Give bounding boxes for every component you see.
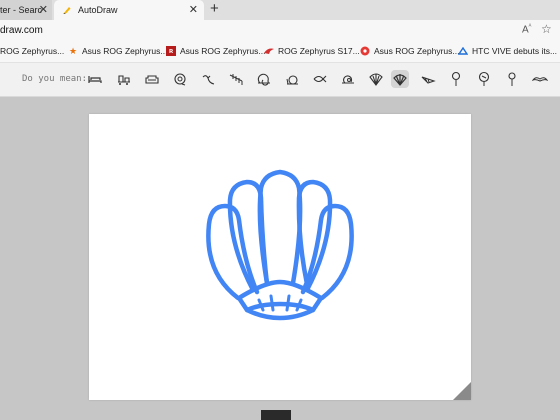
suggestion-snail-shell[interactable]	[255, 70, 273, 88]
vive-icon	[458, 46, 468, 56]
suggestion-tree[interactable]	[475, 70, 493, 88]
red-flower-icon	[360, 46, 370, 56]
close-icon[interactable]: ✕	[39, 3, 48, 16]
seashell-icon	[421, 76, 436, 84]
suggestion-sofa[interactable]	[143, 70, 161, 88]
suggestion-lollipop-small[interactable]	[503, 70, 521, 88]
snail-icon	[174, 73, 186, 86]
bookmark-label: Asus ROG Zephyrus...	[82, 46, 168, 56]
snail-slug-icon	[342, 75, 354, 84]
favorite-star-icon[interactable]: ☆	[541, 22, 552, 36]
bookmark-label: ROG Zephyrus S17...	[278, 46, 360, 56]
snail-shell-icon	[257, 73, 270, 86]
bed-icon	[88, 76, 102, 83]
bookmark-label: Asus ROG Zephyrus...	[374, 46, 460, 56]
suggestion-snail-small[interactable]	[283, 70, 301, 88]
tab-strip: ter - Searc ✕ AutoDraw ✕ +	[0, 0, 560, 20]
bookmark-label: Asus ROG Zephyrus...	[180, 46, 266, 56]
drawing-canvas[interactable]	[89, 114, 471, 400]
suggestion-fish-skeleton[interactable]	[227, 70, 245, 88]
autodraw-favicon-icon	[63, 7, 71, 14]
train-icon	[118, 75, 130, 85]
page-fold-corner	[453, 382, 471, 400]
suggestion-fish[interactable]	[311, 70, 329, 88]
read-aloud-icon[interactable]: Aᴬ	[522, 24, 531, 35]
bookmark-item[interactable]: Asus ROG Zephyrus...	[360, 46, 460, 56]
tab-search[interactable]: ter - Searc ✕	[0, 0, 52, 20]
star-icon: ★	[68, 45, 78, 56]
bookmark-item[interactable]: ROG Zephyrus S17...	[264, 46, 360, 56]
close-icon[interactable]: ✕	[189, 3, 198, 16]
bookmark-label: ROG Zephyrus...	[0, 46, 65, 56]
new-tab-icon[interactable]: +	[210, 0, 219, 18]
horizontal-scrollbar-thumb[interactable]	[261, 410, 291, 420]
bookmarks-bar: ROG Zephyrus... ★ Asus ROG Zephyrus... ʀ…	[0, 42, 560, 63]
bird-icon	[202, 75, 215, 85]
mustache-icon	[532, 77, 548, 82]
bookmark-label: HTC VIVE debuts its...	[472, 46, 558, 56]
suggestion-shell[interactable]	[367, 70, 385, 88]
suggestion-lollipop[interactable]	[447, 70, 465, 88]
rog-eye-icon	[264, 46, 274, 56]
suggestion-train[interactable]	[115, 70, 133, 88]
address-bar[interactable]: draw.com Aᴬ ☆	[0, 20, 560, 42]
suggestion-snail-slug[interactable]	[339, 70, 357, 88]
shell-icon	[369, 73, 383, 86]
rog-logo-icon: ʀ	[166, 46, 176, 56]
address-url[interactable]: draw.com	[0, 25, 43, 36]
snail-icon	[286, 75, 298, 85]
tree-icon	[478, 71, 490, 86]
suggestion-bed[interactable]	[86, 70, 104, 88]
lollipop-icon	[508, 72, 516, 86]
tab-search-label: ter - Searc	[0, 5, 43, 15]
seashell-drawing-icon	[206, 169, 354, 321]
bookmark-item[interactable]: ROG Zephyrus...	[0, 46, 64, 56]
fish-icon	[313, 75, 327, 83]
fish-skeleton-icon	[229, 74, 243, 85]
tab-autodraw-label: AutoDraw	[78, 5, 118, 15]
suggestion-snail[interactable]	[171, 70, 189, 88]
shell-selected-icon	[393, 74, 407, 86]
bookmark-item[interactable]: ★ Asus ROG Zephyrus...	[68, 45, 168, 57]
tab-autodraw[interactable]: AutoDraw ✕	[54, 0, 204, 20]
suggestion-seashell[interactable]	[419, 70, 437, 88]
suggestion-label: Do you mean:	[22, 74, 88, 84]
bookmark-item[interactable]: ʀ Asus ROG Zephyrus...	[166, 46, 266, 56]
suggestion-shell-selected[interactable]	[391, 70, 409, 88]
suggestion-mustache[interactable]	[531, 70, 549, 88]
bookmark-item[interactable]: HTC VIVE debuts its...	[458, 46, 557, 56]
suggestion-bar: Do you mean:	[0, 63, 560, 97]
lollipop-icon	[451, 71, 461, 86]
drawing-canvas-area[interactable]	[0, 97, 560, 420]
sofa-icon	[145, 75, 159, 84]
suggestion-bird[interactable]	[199, 70, 217, 88]
